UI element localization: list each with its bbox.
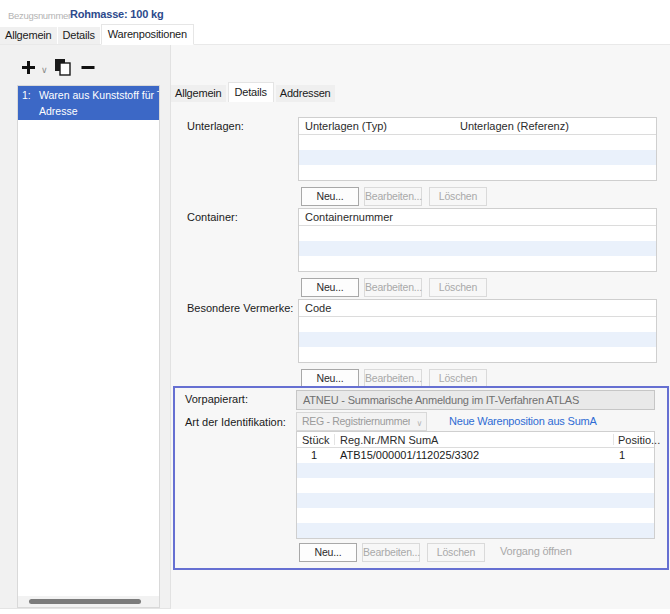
besondere-vermerke-table-header: Code [299, 300, 656, 317]
column-header[interactable]: Code [299, 300, 331, 317]
tab-allgemein[interactable]: Allgemein [0, 27, 57, 45]
bearbeiten-button[interactable]: Bearbeiten... [364, 187, 422, 206]
table-row [297, 493, 654, 508]
tab-warenpositionen[interactable]: Warenpositionen [101, 24, 194, 45]
remove-position-icon[interactable] [81, 60, 95, 77]
neu-button[interactable]: Neu... [301, 187, 359, 206]
position-list[interactable]: 1:Waren aus Kunststoff für TV Geräte Adr… [17, 85, 160, 608]
column-header[interactable]: Positio... [613, 432, 660, 448]
content-area: ∨ 1:Waren aus Kunststoff für TV Geräte A… [0, 45, 670, 609]
table-row [297, 523, 654, 538]
loeschen-button[interactable]: Löschen [429, 278, 487, 297]
cell-stueck: 1 [311, 448, 317, 463]
container-table-header: Containernummer [299, 209, 656, 226]
suma-table[interactable]: Stück Reg.Nr./MRN SumA Positio... 1 ATB1… [296, 431, 655, 539]
table-row[interactable]: 1 ATB15/000001/112025/3302 1 [297, 448, 654, 463]
cell-reg: ATB15/000001/112025/3302 [340, 448, 479, 463]
list-item-title: Waren aus Kunststoff für TV Geräte [39, 89, 159, 101]
unterlagen-label: Unterlagen: [187, 120, 244, 132]
subtab-addressen[interactable]: Addressen [276, 85, 335, 102]
unterlagen-table-header: Unterlagen (Typ) Unterlagen (Referenz) [299, 118, 656, 135]
column-header[interactable]: Stück [297, 432, 330, 448]
suma-table-header: Stück Reg.Nr./MRN SumA Positio... [297, 432, 654, 448]
unterlagen-buttons: Neu... Bearbeiten... Löschen [301, 187, 492, 206]
table-row [297, 508, 654, 523]
art-der-identifikation-value: REG - Registriernummer-/Po... [302, 413, 410, 430]
column-header[interactable]: Unterlagen (Referenz) [454, 118, 569, 135]
table-row [297, 463, 654, 478]
container-label: Container: [187, 211, 238, 223]
vorpapier-box: Vorpapierart: ATNEU - Summarische Anmeld… [173, 386, 669, 570]
detail-panel: Allgemein Details Addressen Unterlagen: … [170, 45, 670, 609]
bezugsnummer-label: Bezugsnummer [8, 10, 71, 21]
table-row [299, 256, 656, 271]
rohmasse-label: Rohmasse: 100 kg [70, 8, 163, 20]
top-bar: Bezugsnummer Rohmasse: 100 kg Allgemein … [0, 0, 670, 45]
subtab-allgemein[interactable]: Allgemein [171, 85, 226, 102]
tab-details[interactable]: Details [58, 27, 100, 45]
art-der-identifikation-select[interactable]: REG - Registriernummer-/Po... ∨ [296, 412, 427, 431]
container-table[interactable]: Containernummer [298, 208, 657, 272]
add-position-icon[interactable] [21, 60, 36, 77]
container-buttons: Neu... Bearbeiten... Löschen [301, 278, 492, 297]
subtab-details[interactable]: Details [228, 82, 274, 102]
detail-tab-strip: Allgemein Details Addressen [171, 82, 337, 102]
table-row [299, 135, 656, 150]
vorgang-oeffnen-button[interactable]: Vorgang öffnen [500, 543, 572, 562]
neu-button[interactable]: Neu... [301, 278, 359, 297]
vorpapierart-label: Vorpapierart: [185, 393, 248, 405]
main-tab-strip: Allgemein Details Warenpositionen [0, 24, 195, 45]
art-der-identifikation-label: Art der Identifikation: [185, 416, 286, 428]
bearbeiten-button[interactable]: Bearbeiten... [362, 543, 420, 562]
table-row [299, 165, 656, 180]
bearbeiten-button[interactable]: Bearbeiten... [364, 278, 422, 297]
horizontal-scrollbar[interactable] [18, 596, 159, 607]
column-header[interactable]: Containernummer [299, 209, 393, 226]
loeschen-button[interactable]: Löschen [429, 187, 487, 206]
table-row [299, 226, 656, 241]
table-row [299, 317, 656, 332]
position-toolbar: ∨ [21, 58, 95, 78]
add-dropdown-chevron-icon[interactable]: ∨ [41, 65, 48, 75]
list-item-index: 1: [22, 87, 39, 103]
list-item-subtitle: Adresse [39, 103, 159, 119]
copy-position-icon[interactable] [54, 58, 71, 78]
table-row [299, 347, 656, 362]
list-item[interactable]: 1:Waren aus Kunststoff für TV Geräte Adr… [18, 86, 159, 120]
cell-position: 1 [619, 448, 625, 463]
neue-warenposition-link[interactable]: Neue Warenposition aus SumA [449, 415, 597, 427]
besondere-vermerke-label: Besondere Vermerke: [187, 302, 293, 314]
vorpapier-buttons: Neu... Bearbeiten... Löschen Vorgang öff… [299, 543, 577, 562]
scrollbar-thumb[interactable] [29, 599, 141, 604]
table-row [299, 150, 656, 165]
table-row [299, 241, 656, 256]
table-row [297, 478, 654, 493]
besondere-vermerke-table[interactable]: Code [298, 299, 657, 363]
unterlagen-table[interactable]: Unterlagen (Typ) Unterlagen (Referenz) [298, 117, 657, 181]
table-row [299, 332, 656, 347]
loeschen-button[interactable]: Löschen [427, 543, 485, 562]
column-header[interactable]: Unterlagen (Typ) [299, 118, 387, 135]
chevron-down-icon: ∨ [416, 415, 422, 432]
neu-button[interactable]: Neu... [299, 543, 357, 562]
vorpapierart-field[interactable]: ATNEU - Summarische Anmeldung im IT-Verf… [296, 390, 655, 410]
column-header[interactable]: Reg.Nr./MRN SumA [334, 432, 438, 448]
